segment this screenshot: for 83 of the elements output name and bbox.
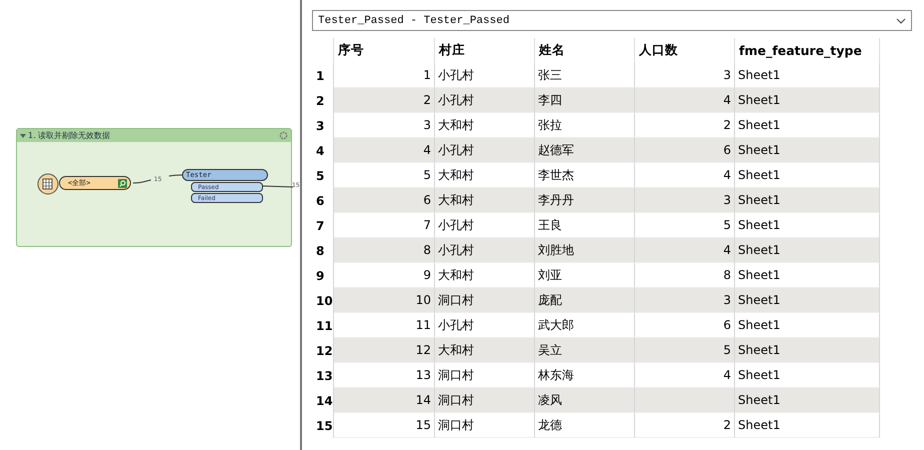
table-cell: 3 xyxy=(635,63,735,88)
table-cell: 庞配 xyxy=(535,288,635,313)
table-cell: 大和村 xyxy=(435,113,535,138)
table-cell: 2 xyxy=(635,413,735,438)
table-cell: Sheet1 xyxy=(735,113,880,138)
table-cell: Sheet1 xyxy=(735,188,880,213)
table-cell: 4 xyxy=(635,88,735,113)
table-cell: Sheet1 xyxy=(735,213,880,238)
magnifier-icon[interactable] xyxy=(118,179,127,188)
table-cell: 李四 xyxy=(535,88,635,113)
table-cell: 赵德军 xyxy=(535,138,635,163)
table-icon xyxy=(37,173,59,195)
collapse-icon[interactable] xyxy=(20,132,26,138)
table-cell: 12 xyxy=(334,338,435,363)
table-cell: 5 xyxy=(635,338,735,363)
table-cell: 小孔村 xyxy=(435,63,535,88)
table-cell: 14 xyxy=(334,388,435,413)
table-cell: 11 xyxy=(334,313,435,338)
table-cell: 大和村 xyxy=(435,163,535,188)
table-cell: 大和村 xyxy=(435,263,535,288)
table-cell: Sheet1 xyxy=(735,63,880,88)
table-cell: 4 xyxy=(635,238,735,263)
table-cell: 8 xyxy=(635,263,735,288)
table-dropdown[interactable]: Tester_Passed - Tester_Passed xyxy=(312,10,912,31)
table-cell: Sheet1 xyxy=(735,88,880,113)
table-cell: 李丹丹 xyxy=(535,188,635,213)
table-cell: 吴立 xyxy=(535,338,635,363)
table-cell: Sheet1 xyxy=(735,263,880,288)
table-cell: 5 xyxy=(635,213,735,238)
table-cell: 15 xyxy=(334,413,435,438)
table-cell: 1 xyxy=(334,63,435,88)
table-cell: 4 xyxy=(635,363,735,388)
chevron-down-icon xyxy=(896,18,906,24)
table-cell: 洞口村 xyxy=(435,363,535,388)
table-cell: 洞口村 xyxy=(435,288,535,313)
table-cell: Sheet1 xyxy=(735,288,880,313)
table-cell: Sheet1 xyxy=(735,238,880,263)
table-cell: 武大郎 xyxy=(535,313,635,338)
table-cell: Sheet1 xyxy=(735,413,880,438)
table-cell: 大和村 xyxy=(435,338,535,363)
table-cell: 8 xyxy=(334,238,435,263)
table-cell: 小孔村 xyxy=(435,238,535,263)
table-cell: 龙德 xyxy=(535,413,635,438)
table-cell: 4 xyxy=(635,163,735,188)
table-cell: 小孔村 xyxy=(435,138,535,163)
table-cell: 2 xyxy=(635,113,735,138)
table-cell: Sheet1 xyxy=(735,338,880,363)
table-cell: Sheet1 xyxy=(735,138,880,163)
table-cell: 李世杰 xyxy=(535,163,635,188)
table-cell: Sheet1 xyxy=(735,313,880,338)
table-cell: 3 xyxy=(635,288,735,313)
table-cell: 4 xyxy=(334,138,435,163)
table-cell: 林东海 xyxy=(535,363,635,388)
table-cell: 小孔村 xyxy=(435,213,535,238)
table-cell: 洞口村 xyxy=(435,413,535,438)
table-cell: Sheet1 xyxy=(735,363,880,388)
table-cell: 3 xyxy=(334,113,435,138)
table-cell: 13 xyxy=(334,363,435,388)
table-cell: 刘亚 xyxy=(535,263,635,288)
bookmark-title: 1. 读取并剔除无效数据 xyxy=(28,130,110,141)
table-cell: Sheet1 xyxy=(735,388,880,413)
table-cell: 小孔村 xyxy=(435,88,535,113)
table-cell: 9 xyxy=(334,263,435,288)
table-cell: 2 xyxy=(334,88,435,113)
table-cell: 大和村 xyxy=(435,188,535,213)
table-cell: 6 xyxy=(635,138,735,163)
table-cell: 刘胜地 xyxy=(535,238,635,263)
connection-line xyxy=(262,185,293,189)
connection-line xyxy=(133,173,183,185)
table-cell: 张三 xyxy=(535,63,635,88)
table-cell: 洞口村 xyxy=(435,388,535,413)
table-cell: 5 xyxy=(334,163,435,188)
table-cell: 3 xyxy=(635,188,735,213)
table-cell: 张拉 xyxy=(535,113,635,138)
table-cell: 7 xyxy=(334,213,435,238)
table-cell: 小孔村 xyxy=(435,313,535,338)
table-cell: 6 xyxy=(635,313,735,338)
gear-icon[interactable] xyxy=(279,131,288,140)
table-cell: 王良 xyxy=(535,213,635,238)
table-cell: 6 xyxy=(334,188,435,213)
table-cell: 凌风 xyxy=(535,388,635,413)
table-cell: 10 xyxy=(334,288,435,313)
table-cell: Sheet1 xyxy=(735,163,880,188)
